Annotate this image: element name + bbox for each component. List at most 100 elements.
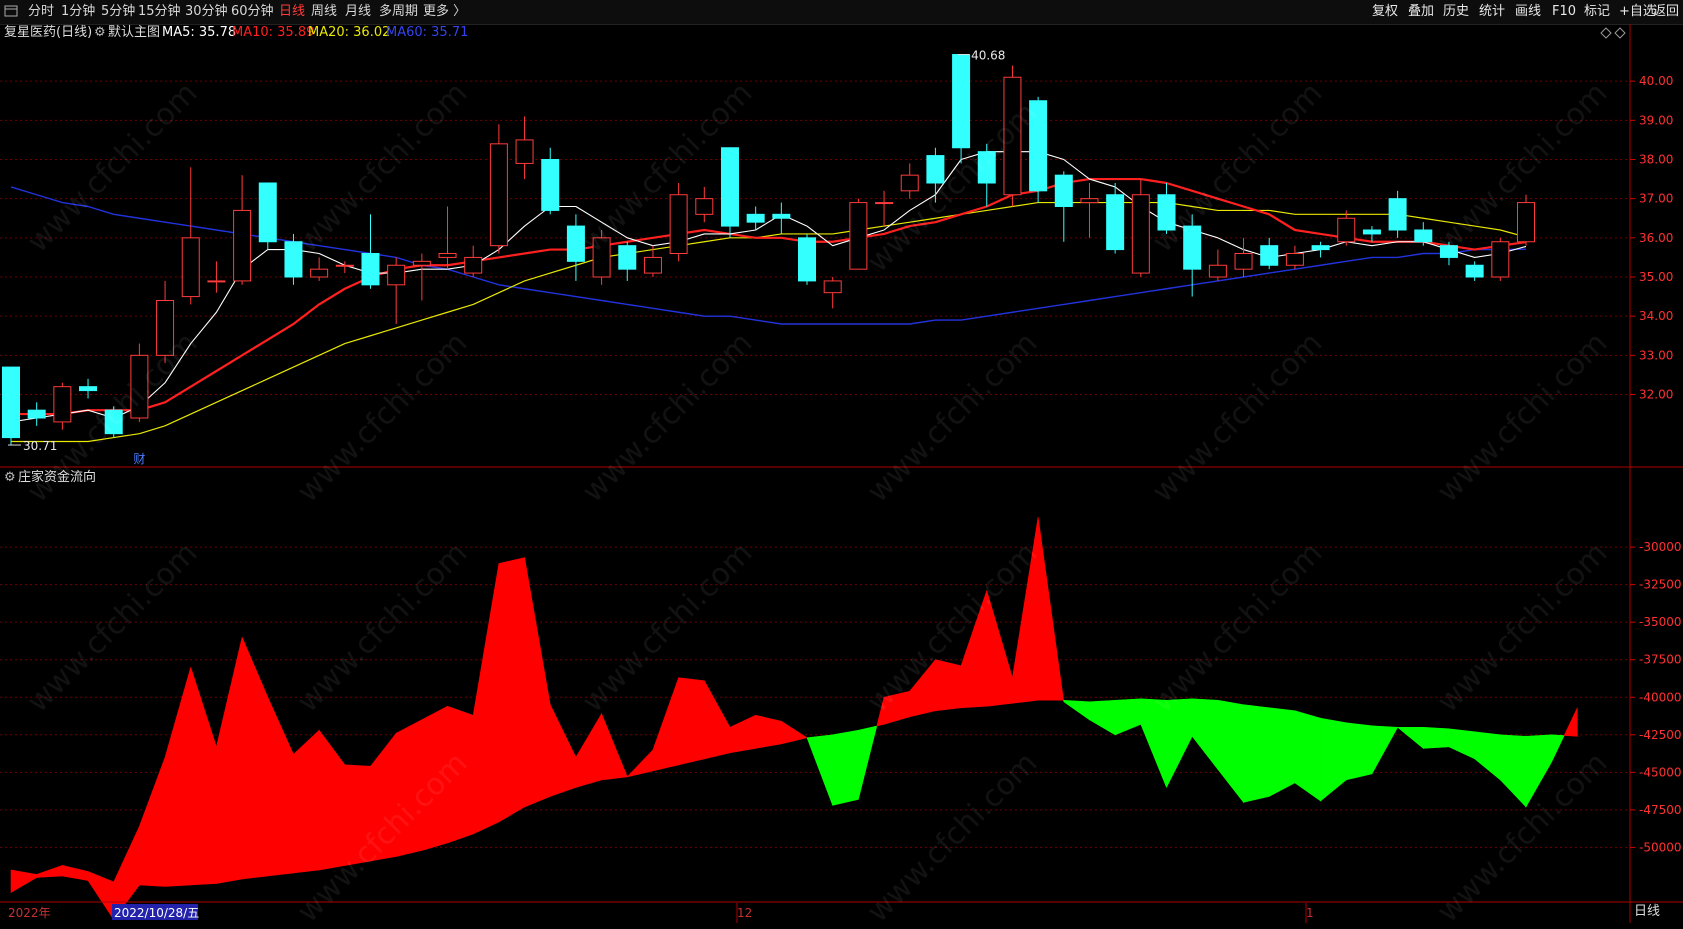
- candle-body: [1389, 199, 1406, 230]
- candle-body: [1004, 77, 1021, 195]
- diamond-icon: [1615, 28, 1625, 38]
- candle-body: [439, 254, 456, 258]
- candle-body: [1492, 242, 1509, 277]
- flow-segment: [448, 706, 474, 843]
- flow-segment: [987, 591, 1013, 707]
- flow-segment: [1372, 726, 1398, 774]
- candle-body: [747, 214, 764, 222]
- flow-segment: [781, 721, 807, 744]
- candle-body: [978, 152, 995, 183]
- flow-segment: [1192, 699, 1218, 770]
- flow-segment: [1115, 699, 1141, 735]
- candle-body: [1158, 195, 1175, 230]
- chart-canvas[interactable]: 32.0033.0034.0035.0036.0037.0038.0039.00…: [0, 0, 1683, 923]
- candle-body: [259, 183, 276, 242]
- candle-body: [131, 355, 148, 418]
- candle-body: [311, 269, 328, 277]
- ma5-line: [11, 152, 1526, 422]
- candle: [593, 230, 610, 285]
- candle-body: [850, 203, 867, 270]
- flow-segment: [910, 660, 936, 717]
- flow-segment: [602, 714, 628, 780]
- candle: [1338, 210, 1355, 245]
- flow-segment: [550, 705, 576, 797]
- candle: [28, 402, 45, 426]
- candle-body: [542, 160, 559, 211]
- flow-tick-label: -37500: [1639, 653, 1682, 667]
- price-tick-label: 36.00: [1639, 231, 1673, 245]
- candle-body: [516, 140, 533, 164]
- candle: [311, 257, 328, 281]
- moving-averages: [11, 152, 1526, 442]
- candle: [1286, 246, 1303, 269]
- flow-segment: [1526, 735, 1552, 807]
- flow-tick-label: -30000: [1639, 540, 1682, 554]
- candle-body: [1466, 265, 1483, 277]
- candle-body: [413, 261, 430, 265]
- flow-tick-label: -32500: [1639, 578, 1682, 592]
- candle: [1389, 191, 1406, 238]
- candle: [670, 183, 687, 261]
- candle-body: [1518, 203, 1535, 242]
- price-tick-label: 34.00: [1639, 309, 1673, 323]
- flow-segment: [935, 660, 961, 711]
- finance-marker: 财: [133, 452, 145, 466]
- candle: [901, 163, 918, 198]
- candle: [773, 203, 790, 234]
- candle: [696, 187, 713, 222]
- candle: [3, 367, 20, 445]
- flow-segment: [139, 757, 165, 886]
- candle: [1132, 179, 1149, 277]
- flow-segment: [88, 871, 114, 919]
- flow-segment: [884, 691, 910, 724]
- candle-body: [54, 387, 71, 422]
- candle-body: [208, 281, 225, 282]
- flow-segment: [268, 697, 294, 876]
- candle-body: [336, 265, 353, 266]
- candle: [1415, 222, 1432, 246]
- flow-segment: [679, 678, 705, 765]
- candle: [465, 246, 482, 277]
- flow-segment: [576, 714, 602, 788]
- candle-body: [1440, 246, 1457, 258]
- candle: [1004, 66, 1021, 207]
- candle: [567, 214, 584, 281]
- candle: [721, 148, 738, 238]
- candle: [234, 175, 251, 285]
- candle: [362, 214, 379, 288]
- candle: [285, 234, 302, 285]
- flow-tick-label: -50000: [1639, 840, 1682, 854]
- flow-tick-label: -35000: [1639, 615, 1682, 629]
- price-tick-label: 38.00: [1639, 153, 1673, 167]
- flow-tick-label: -45000: [1639, 765, 1682, 779]
- candle-body: [1209, 265, 1226, 277]
- candle-body: [1055, 175, 1072, 206]
- candle: [157, 281, 174, 363]
- price-tick-label: 40.00: [1639, 74, 1673, 88]
- candle-body: [567, 226, 584, 261]
- flow-segment: [473, 564, 499, 834]
- candle-body: [670, 195, 687, 254]
- candle: [182, 167, 199, 304]
- candle-body: [234, 210, 251, 281]
- candle: [824, 277, 841, 308]
- price-tick-label: 39.00: [1639, 113, 1673, 127]
- flow-segment: [1346, 723, 1372, 780]
- candle-body: [593, 238, 610, 277]
- candle: [1158, 183, 1175, 234]
- flow-segment: [396, 720, 422, 857]
- candle-body: [388, 265, 405, 285]
- price-tick-label: 37.00: [1639, 192, 1673, 206]
- candle: [1030, 97, 1047, 203]
- candles: [3, 55, 1535, 445]
- candle: [978, 144, 995, 207]
- candle: [490, 124, 507, 253]
- flow-segment: [37, 865, 63, 877]
- candle-body: [876, 203, 893, 204]
- candle: [619, 242, 636, 281]
- candle: [850, 199, 867, 269]
- flow-tick-label: -40000: [1639, 690, 1682, 704]
- flow-segment: [345, 765, 371, 866]
- candle: [1440, 242, 1457, 266]
- candle-body: [696, 199, 713, 215]
